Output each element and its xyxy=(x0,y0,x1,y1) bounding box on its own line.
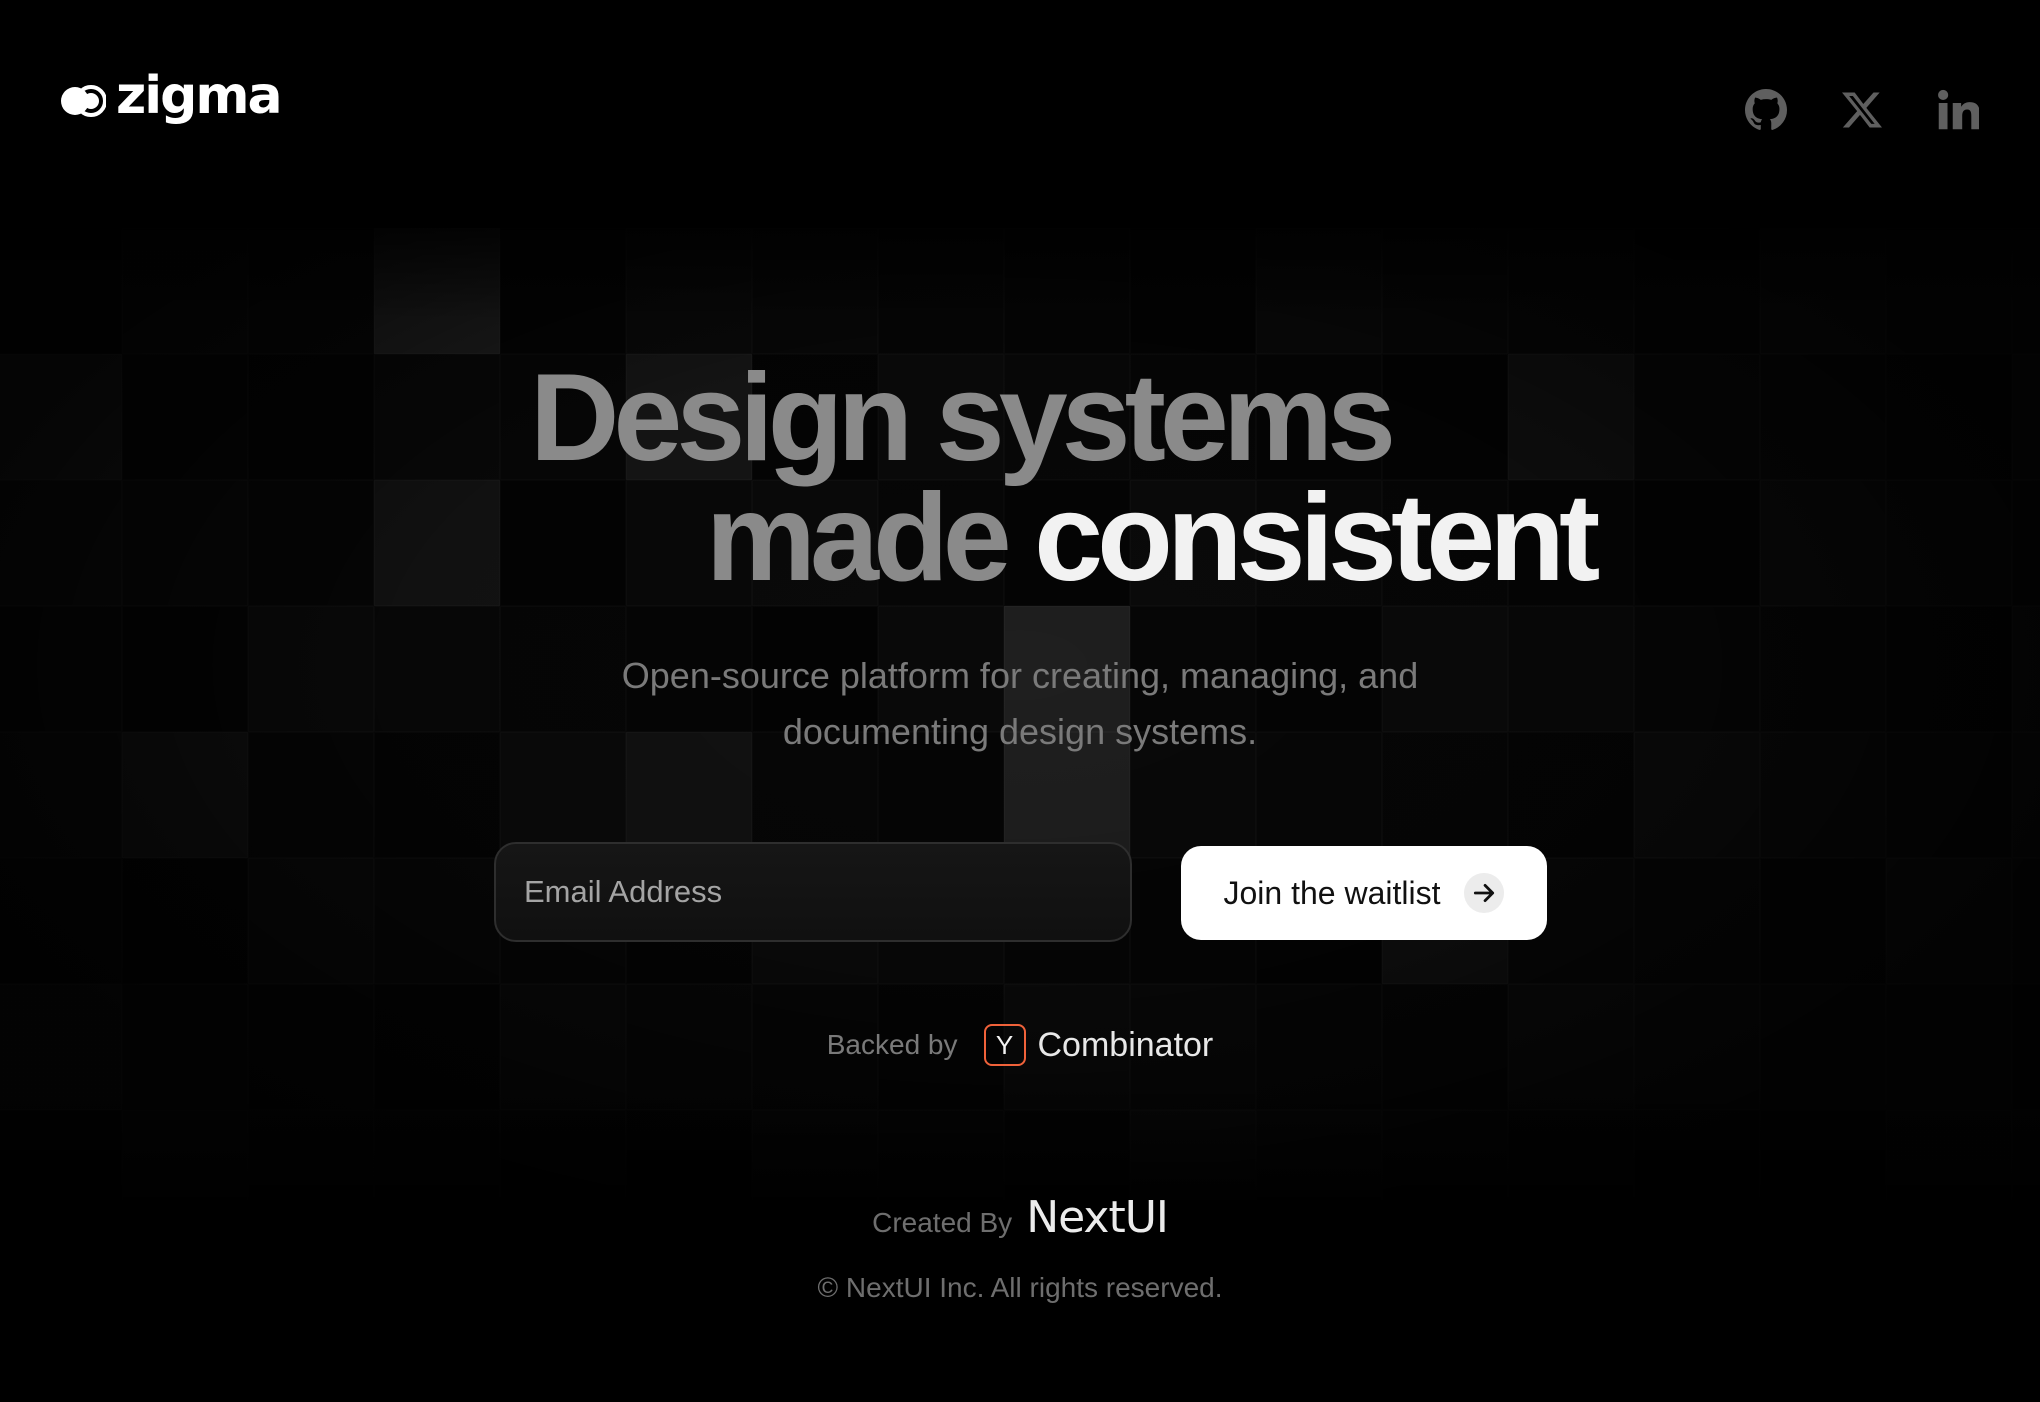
social-links xyxy=(1744,88,1980,132)
grid-tile xyxy=(374,858,500,984)
grid-tile xyxy=(2012,354,2040,480)
grid-tile xyxy=(1634,858,1760,984)
arrow-right-icon xyxy=(1464,873,1505,913)
linkedin-link[interactable] xyxy=(1936,88,1980,132)
hero-subtitle: Open-source platform for creating, manag… xyxy=(0,648,2040,760)
grid-tile xyxy=(0,480,122,606)
landing-page: zigma Design systems made consistent Ope… xyxy=(0,0,2040,1402)
grid-tile xyxy=(1760,858,1886,984)
grid-tile xyxy=(2012,858,2040,984)
headline-line-1: Design systems xyxy=(529,349,1396,487)
subtitle-line-2: documenting design systems. xyxy=(782,711,1258,752)
created-by: Created By NextUI xyxy=(0,1192,2040,1243)
y-combinator-icon: Y xyxy=(983,1024,1026,1066)
y-combinator-name: Combinator xyxy=(1037,1025,1214,1064)
zigma-logo-icon xyxy=(60,85,107,117)
grid-tile xyxy=(1886,858,2012,984)
grid-fade-top xyxy=(0,200,2040,320)
x-link[interactable] xyxy=(1840,88,1884,132)
y-combinator-link[interactable]: Y Combinator xyxy=(983,1024,1214,1066)
brand-name: zigma xyxy=(116,66,283,126)
grid-tile xyxy=(122,858,248,984)
backed-by-label: Backed by xyxy=(826,1029,958,1060)
nextui-link[interactable]: NextUI xyxy=(1026,1192,1169,1243)
headline-muted-word: made xyxy=(705,469,1012,607)
x-icon xyxy=(1842,92,1882,128)
github-link[interactable] xyxy=(1744,88,1788,132)
created-by-label: Created By xyxy=(872,1207,1013,1238)
github-icon xyxy=(1745,89,1787,130)
copyright-text: © NextUI Inc. All rights reserved. xyxy=(817,1272,1223,1303)
backed-by: Backed by Y Combinator xyxy=(0,1024,2040,1066)
linkedin-icon xyxy=(1938,89,1979,130)
email-input[interactable] xyxy=(494,842,1132,942)
headline-bright-word: consistent xyxy=(1034,469,1600,607)
grid-tile xyxy=(0,858,122,984)
join-waitlist-label: Join the waitlist xyxy=(1223,874,1441,911)
logo-link[interactable]: zigma xyxy=(60,70,283,122)
grid-tile xyxy=(248,858,374,984)
join-waitlist-button[interactable]: Join the waitlist xyxy=(1181,846,1547,940)
subtitle-line-1: Open-source platform for creating, manag… xyxy=(621,655,1419,696)
headline-line-2: made consistent xyxy=(130,476,2040,600)
